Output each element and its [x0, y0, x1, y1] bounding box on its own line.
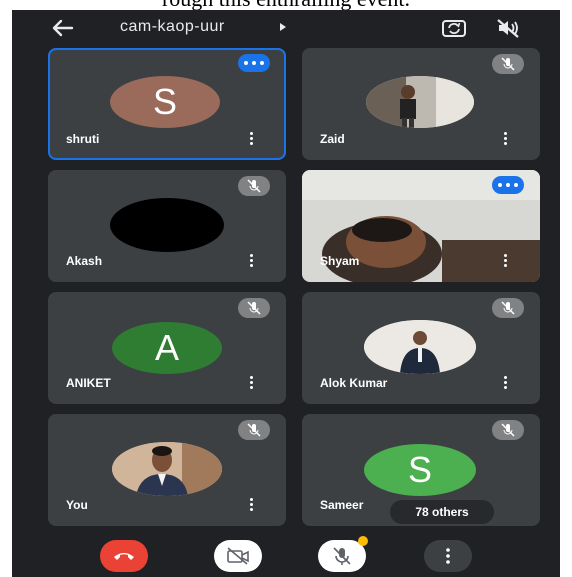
camera-toggle-button[interactable]	[214, 540, 262, 572]
mic-off-icon	[238, 420, 270, 440]
participant-tile[interactable]: Akash	[48, 170, 286, 282]
profile-photo-icon	[112, 442, 222, 496]
mic-off-icon	[492, 420, 524, 440]
participant-name: Sameer	[320, 498, 364, 512]
avatar-letter: S	[152, 81, 177, 122]
participant-name: Akash	[66, 254, 103, 268]
participant-name: ANIKET	[66, 376, 111, 390]
top-bar: cam-kaop-uur	[12, 10, 560, 46]
mic-toggle-button[interactable]	[318, 536, 368, 572]
participant-name: Shyam	[320, 254, 360, 268]
participant-menu-icon[interactable]	[504, 254, 508, 268]
alert-dot-icon	[358, 536, 368, 546]
back-arrow-icon[interactable]	[50, 16, 76, 40]
profile-photo-icon	[366, 76, 474, 128]
mic-off-icon	[333, 547, 351, 565]
avatar: S	[110, 76, 220, 128]
participant-tile[interactable]: Shyam	[302, 170, 540, 282]
caption-text: rough this enthralling event.	[0, 0, 572, 10]
avatar-letter: S	[407, 449, 432, 490]
speaking-indicator-icon	[492, 176, 524, 194]
avatar	[364, 320, 476, 374]
participant-tile[interactable]: S shruti	[48, 48, 286, 160]
camera-off-icon	[227, 547, 249, 565]
mic-off-icon	[492, 54, 524, 74]
participant-menu-icon[interactable]	[250, 254, 254, 268]
speaking-indicator-icon	[238, 54, 270, 72]
participant-menu-icon[interactable]	[504, 132, 508, 146]
participant-tile[interactable]: A ANIKET	[48, 292, 286, 404]
mic-off-icon	[238, 176, 270, 196]
avatar-letter: A	[154, 327, 179, 368]
speaker-off-icon[interactable]	[494, 16, 522, 40]
profile-photo-icon	[364, 320, 476, 374]
participant-tile[interactable]: Zaid	[302, 48, 540, 160]
more-options-button[interactable]	[424, 540, 472, 572]
participant-menu-icon[interactable]	[250, 376, 254, 390]
meet-screen: cam-kaop-uur S shruti Zaid Akash Shyam A…	[12, 10, 560, 577]
participant-name: shruti	[66, 132, 100, 146]
call-controls	[12, 536, 560, 577]
avatar	[112, 442, 222, 496]
meeting-code[interactable]: cam-kaop-uur	[120, 18, 225, 36]
avatar	[110, 198, 224, 252]
participant-name: Alok Kumar	[320, 376, 388, 390]
more-options-icon	[446, 548, 450, 564]
participant-name: You	[66, 498, 88, 512]
participant-name: Zaid	[320, 132, 345, 146]
mic-off-icon	[238, 298, 270, 318]
avatar	[366, 76, 474, 128]
end-call-icon	[114, 553, 134, 560]
caret-right-icon[interactable]	[280, 23, 286, 31]
participant-tile[interactable]: Alok Kumar	[302, 292, 540, 404]
end-call-button[interactable]	[100, 540, 148, 572]
mic-off-icon	[492, 298, 524, 318]
others-button[interactable]: 78 others	[390, 500, 494, 524]
participant-tile[interactable]: You	[48, 414, 286, 526]
avatar: A	[112, 322, 222, 374]
participant-menu-icon[interactable]	[250, 498, 254, 512]
participant-menu-icon[interactable]	[250, 132, 254, 146]
avatar: S	[364, 444, 476, 496]
switch-camera-icon[interactable]	[440, 16, 468, 40]
participant-menu-icon[interactable]	[504, 376, 508, 390]
